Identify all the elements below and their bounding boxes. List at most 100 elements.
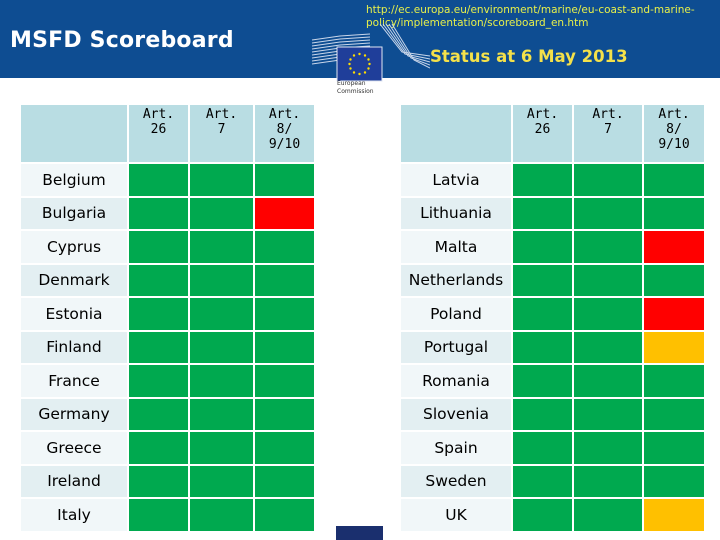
scoreboard-table-left: Art. 26 Art. 7 Art. 8/9/10 Belgium Bulgaria C…: [19, 103, 316, 533]
country-row: Greece: [21, 432, 314, 464]
country-row: Latvia: [401, 164, 704, 196]
country-row: Lithuania: [401, 197, 704, 229]
status-cell-green: [513, 365, 572, 397]
column-header-art7: Art. 7: [574, 105, 642, 162]
col-label: Art.: [268, 107, 301, 122]
status-cell-amber: [644, 499, 704, 531]
country-row: Bulgaria: [21, 197, 314, 229]
status-cell-green: [190, 264, 253, 296]
col-label: 8/: [276, 122, 293, 137]
country-name: Finland: [21, 331, 127, 363]
col-label: 9/10: [658, 137, 690, 152]
footer-accent-bar: [336, 526, 383, 540]
col-label: 26: [534, 122, 551, 137]
country-name: Cyprus: [21, 231, 127, 263]
country-row: Estonia: [21, 298, 314, 330]
status-cell-green: [190, 365, 253, 397]
status-cell-green: [513, 298, 572, 330]
status-cell-green: [190, 398, 253, 430]
country-row: UK: [401, 499, 704, 531]
country-row: Poland: [401, 298, 704, 330]
status-cell-green: [255, 298, 314, 330]
status-cell-green: [190, 197, 253, 229]
country-name: Belgium: [21, 164, 127, 196]
country-name: Slovenia: [401, 398, 511, 430]
col-label: 7: [217, 122, 226, 137]
status-cell-green: [129, 365, 188, 397]
status-cell-green: [513, 331, 572, 363]
logo-caption-line1: European: [337, 80, 366, 87]
status-cell-green: [574, 197, 642, 229]
status-cell-green: [129, 398, 188, 430]
status-cell-green: [129, 164, 188, 196]
status-cell-green: [190, 465, 253, 497]
country-row: Belgium: [21, 164, 314, 196]
column-header-art26: Art. 26: [129, 105, 188, 162]
status-cell-amber: [644, 331, 704, 363]
status-cell-red: [255, 197, 314, 229]
country-name: Denmark: [21, 264, 127, 296]
status-cell-green: [574, 365, 642, 397]
status-cell-green: [255, 231, 314, 263]
country-name: Greece: [21, 432, 127, 464]
country-row: Finland: [21, 331, 314, 363]
header-row: Art. 26 Art. 7 Art. 8/9/10: [401, 105, 704, 162]
country-name: Lithuania: [401, 197, 511, 229]
country-name: Estonia: [21, 298, 127, 330]
status-cell-green: [513, 398, 572, 430]
country-row: Germany: [21, 398, 314, 430]
country-name: France: [21, 365, 127, 397]
status-cell-green: [255, 432, 314, 464]
status-cell-green: [513, 264, 572, 296]
col-label: 8/: [666, 122, 682, 137]
scoreboard-table-right: Art. 26 Art. 7 Art. 8/9/10 Latvia Lithuania M…: [399, 103, 706, 533]
country-row: Spain: [401, 432, 704, 464]
status-cell-green: [644, 465, 704, 497]
country-name: Ireland: [21, 465, 127, 497]
country-name: Sweden: [401, 465, 511, 497]
status-cell-green: [129, 264, 188, 296]
column-header-art26: Art. 26: [513, 105, 572, 162]
status-cell-green: [129, 499, 188, 531]
status-cell-green: [190, 164, 253, 196]
country-name: Latvia: [401, 164, 511, 196]
status-cell-green: [513, 465, 572, 497]
col-label: Art.: [142, 107, 175, 122]
column-header-art8-9-10: Art. 8/9/10: [255, 105, 314, 162]
country-name: Spain: [401, 432, 511, 464]
country-name: Italy: [21, 499, 127, 531]
status-cell-green: [129, 331, 188, 363]
status-cell-green: [574, 164, 642, 196]
country-row: Cyprus: [21, 231, 314, 263]
country-row: Romania: [401, 365, 704, 397]
col-label: 26: [150, 122, 167, 137]
status-cell-green: [255, 164, 314, 196]
status-cell-green: [129, 231, 188, 263]
country-name: Romania: [401, 365, 511, 397]
column-header-art8-9-10: Art. 8/9/10: [644, 105, 704, 162]
status-cell-green: [129, 432, 188, 464]
status-cell-green: [255, 465, 314, 497]
country-row: Netherlands: [401, 264, 704, 296]
column-header-art7: Art. 7: [190, 105, 253, 162]
status-cell-green: [255, 264, 314, 296]
corner-cell: [401, 105, 511, 162]
status-cell-green: [513, 197, 572, 229]
status-cell-green: [190, 432, 253, 464]
status-cell-green: [190, 231, 253, 263]
status-cell-green: [574, 298, 642, 330]
status-cell-green: [255, 365, 314, 397]
status-cell-green: [574, 499, 642, 531]
status-cell-green: [644, 164, 704, 196]
status-cell-green: [255, 499, 314, 531]
country-name: UK: [401, 499, 511, 531]
status-cell-green: [574, 231, 642, 263]
country-name: Bulgaria: [21, 197, 127, 229]
status-cell-green: [644, 365, 704, 397]
status-cell-green: [574, 432, 642, 464]
col-label: Art.: [526, 107, 559, 122]
status-cell-green: [644, 398, 704, 430]
status-cell-green: [644, 197, 704, 229]
status-cell-green: [190, 499, 253, 531]
country-row: France: [21, 365, 314, 397]
